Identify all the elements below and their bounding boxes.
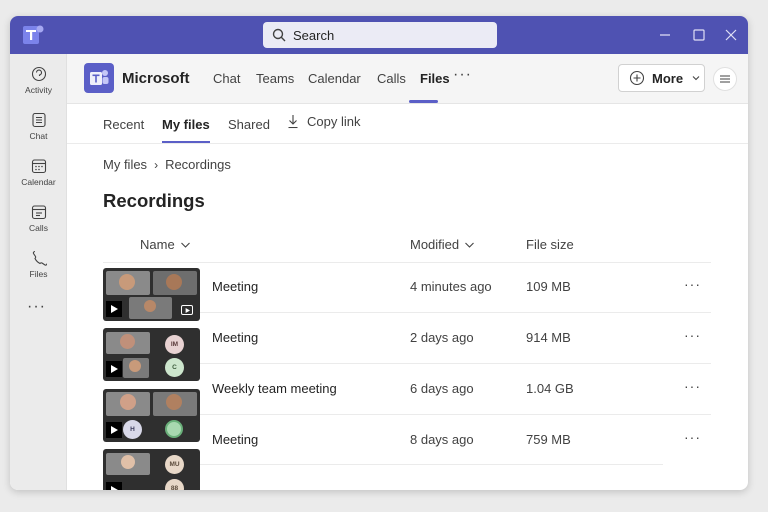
row-more-icon[interactable]: ··· — [684, 378, 701, 394]
row-divider — [103, 262, 711, 263]
breadcrumb: My files › Recordings — [103, 157, 231, 172]
file-modified: 2 days ago — [410, 330, 474, 345]
list-icon — [720, 75, 730, 83]
breadcrumb-root[interactable]: My files — [103, 157, 147, 172]
subtab-shared[interactable]: Shared — [228, 117, 270, 132]
file-size: 914 MB — [526, 330, 571, 345]
tab-calendar[interactable]: Calendar — [308, 71, 361, 86]
play-icon — [106, 301, 122, 317]
more-button-label: More — [652, 70, 684, 86]
row-more-icon[interactable]: ··· — [684, 429, 701, 445]
breadcrumb-current: Recordings — [165, 157, 231, 172]
sidebar-item-label: Files — [29, 269, 48, 279]
active-tab-indicator — [409, 100, 438, 103]
copy-link-button[interactable]: Copy link — [287, 114, 360, 129]
file-modified: 4 minutes ago — [410, 279, 492, 294]
tab-teams[interactable]: Teams — [256, 71, 294, 86]
column-header-label: Modified — [410, 237, 460, 252]
search-input[interactable]: Search — [263, 22, 497, 48]
tabs-overflow-icon[interactable]: ··· — [453, 66, 472, 84]
search-placeholder: Search — [293, 27, 335, 43]
sidebar-item-calls[interactable]: Calls — [10, 204, 67, 244]
sidebar-item-label: Activity — [25, 85, 52, 95]
file-name[interactable]: Meeting — [212, 432, 258, 447]
file-size: 1.04 GB — [526, 381, 574, 396]
column-header-name[interactable]: Name — [140, 237, 191, 252]
breadcrumb-separator: › — [154, 157, 159, 172]
sidebar-more-icon[interactable]: ··· — [27, 298, 46, 316]
file-modified: 8 days ago — [410, 432, 474, 447]
subtab-recent[interactable]: Recent — [103, 117, 144, 132]
play-icon — [106, 482, 122, 490]
tab-chat[interactable]: Chat — [213, 71, 240, 86]
file-name[interactable]: Meeting — [212, 330, 258, 345]
sidebar-item-label: Chat — [29, 131, 48, 141]
column-header-label: Name — [140, 237, 175, 252]
file-size: 759 MB — [526, 432, 571, 447]
maximize-icon[interactable] — [691, 27, 707, 43]
row-more-icon[interactable]: ··· — [684, 327, 701, 343]
team-logo-icon — [84, 63, 114, 93]
chat-icon — [31, 112, 46, 128]
chevron-down-icon — [692, 76, 700, 81]
file-name[interactable]: Weekly team meeting — [212, 381, 337, 396]
recording-thumbnail[interactable] — [103, 268, 200, 321]
file-name[interactable]: Meeting — [212, 279, 258, 294]
participant-avatar: C — [165, 358, 184, 377]
video-icon — [181, 305, 193, 315]
column-header-modified[interactable]: Modified — [410, 237, 475, 252]
title-bar: Search — [10, 16, 748, 54]
column-header-file-size[interactable]: File size — [526, 237, 574, 252]
add-circle-icon — [629, 70, 645, 86]
app-sidebar: Activity Chat Calendar Calls Files ··· — [10, 54, 67, 490]
activity-icon — [31, 66, 46, 82]
participant-avatar: 88 — [165, 479, 184, 490]
sidebar-item-files[interactable]: Files — [10, 250, 67, 290]
recording-thumbnail[interactable]: IM C — [103, 328, 200, 381]
chevron-down-icon — [465, 242, 475, 248]
participant-avatar: H — [123, 420, 142, 439]
page-title: Recordings — [103, 190, 205, 211]
download-icon — [288, 115, 298, 129]
calls-icon — [31, 205, 46, 220]
file-modified: 6 days ago — [410, 381, 474, 396]
minimize-icon[interactable] — [657, 27, 673, 43]
teams-logo-icon — [23, 25, 44, 44]
file-size: 109 MB — [526, 279, 571, 294]
sidebar-item-label: Calendar — [21, 177, 56, 187]
team-name: Microsoft — [122, 70, 190, 87]
sidebar-item-calendar[interactable]: Calendar — [10, 158, 67, 198]
row-more-icon[interactable]: ··· — [684, 276, 701, 292]
files-icon — [32, 250, 47, 266]
close-icon[interactable] — [723, 27, 739, 43]
tab-calls[interactable]: Calls — [377, 71, 406, 86]
subtab-my-files[interactable]: My files — [162, 117, 210, 132]
tab-files[interactable]: Files — [420, 71, 450, 86]
recording-thumbnail[interactable]: H — [103, 389, 200, 442]
recording-thumbnail[interactable]: MU 88 — [103, 449, 200, 490]
play-icon — [106, 422, 122, 438]
chevron-down-icon — [180, 242, 190, 248]
active-subtab-indicator — [162, 141, 210, 143]
teams-window: Search Activity Chat Calendar Calls File… — [10, 16, 748, 490]
participant-avatar: IM — [165, 335, 184, 354]
list-menu-button[interactable] — [713, 67, 737, 91]
team-header: Microsoft Chat Teams Calendar Calls File… — [67, 54, 748, 104]
search-icon — [272, 28, 286, 42]
sidebar-item-label: Calls — [29, 223, 48, 233]
sidebar-item-chat[interactable]: Chat — [10, 112, 67, 152]
sidebar-item-activity[interactable]: Activity — [10, 66, 67, 106]
copy-link-label: Copy link — [307, 114, 361, 129]
participant-avatar: MU — [165, 455, 184, 474]
play-icon — [106, 361, 122, 377]
files-subtabs: Recent My files Shared Copy link — [67, 104, 748, 144]
calendar-icon — [31, 159, 46, 174]
column-header-label: File size — [526, 237, 574, 252]
more-button[interactable]: More — [618, 64, 705, 92]
